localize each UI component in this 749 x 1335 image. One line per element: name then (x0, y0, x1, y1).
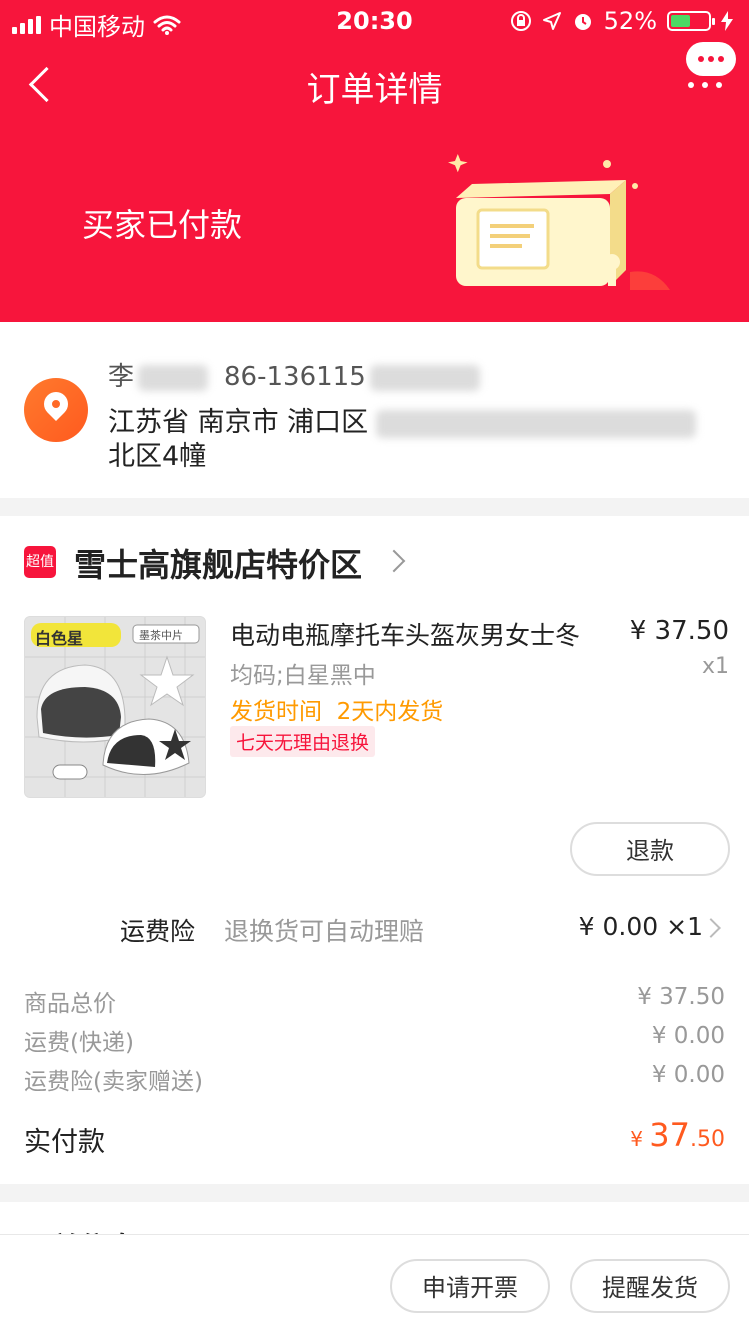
product-image[interactable]: 白色星 墨茶中片 (24, 616, 206, 798)
paid-decimal: .50 (690, 1127, 725, 1152)
address-line-2: 北区4幢 (108, 434, 206, 473)
image-label: 白色星 (35, 629, 84, 648)
receiver-info: 李 86-136115 (108, 356, 480, 393)
summary-label: 运费(快递) (24, 1030, 134, 1056)
summary-label: 商品总价 (24, 991, 116, 1017)
summary-value: ¥ 0.00 (651, 1023, 725, 1049)
redacted-block (376, 409, 697, 438)
shop-name[interactable]: 雪士高旗舰店特价区 (74, 540, 362, 586)
paid-label: 实付款 (24, 1127, 105, 1158)
address-card[interactable]: 李 86-136115 江苏省 南京市 浦口区 北区4幢 (0, 322, 749, 498)
charging-icon (721, 11, 733, 31)
paid-integer: 37 (649, 1116, 690, 1154)
shop-badge: 超值 (24, 546, 56, 578)
battery-percent: 52% (603, 7, 657, 35)
chevron-right-icon[interactable] (701, 918, 721, 938)
image-tag: 墨茶中片 (139, 629, 183, 642)
insurance-price[interactable]: ¥ 0.00 ×1 (579, 912, 703, 941)
receiver-phone: 86-136115 (224, 362, 366, 392)
shipping-time-label: 发货时间 (230, 699, 322, 725)
battery-icon (667, 11, 715, 31)
alarm-icon (574, 14, 591, 30)
rotation-lock-icon (510, 11, 531, 31)
chat-bubble-icon (686, 42, 736, 76)
summary-value: ¥ 0.00 (651, 1062, 725, 1088)
remind-ship-button[interactable]: 提醒发货 (570, 1259, 730, 1313)
order-card: 超值 雪士高旗舰店特价区 白色星 墨茶中片 电动电瓶摩托车头盔灰男女士冬 ¥ 3… (0, 516, 749, 1184)
page-title: 订单详情 (306, 70, 443, 110)
summary-value: ¥ 37.50 (637, 984, 725, 1010)
address-text-2: 北区4幢 (108, 441, 207, 472)
paid-currency: ¥ (630, 1127, 650, 1151)
location-arrow-icon (542, 12, 561, 30)
shipping-time-value: 2天内发货 (336, 699, 444, 725)
insurance-desc: 退换货可自动理赔 (224, 917, 425, 946)
product-spec: 均码;白星黑中 (230, 663, 376, 689)
redacted-block (369, 364, 480, 391)
product-quantity: x1 (701, 654, 729, 679)
package-illustration (448, 154, 670, 290)
paid-amount: ¥ 37.50 (630, 1116, 725, 1154)
redacted-block (138, 364, 209, 391)
bottom-action-bar: 申请开票 提醒发货 (0, 1234, 749, 1335)
invoice-button[interactable]: 申请开票 (390, 1259, 550, 1313)
product-title[interactable]: 电动电瓶摩托车头盔灰男女士冬 (230, 616, 580, 652)
chevron-right-icon[interactable] (382, 549, 406, 573)
shipping-time: 发货时间 2天内发货 (230, 692, 443, 726)
receiver-name: 李 (108, 362, 135, 392)
order-status: 买家已付款 (82, 206, 243, 244)
more-icon (688, 82, 722, 88)
insurance-label: 运费险 (120, 917, 196, 946)
product-price: ¥ 37.50 (629, 616, 729, 646)
return-policy-tag: 七天无理由退换 (230, 726, 376, 757)
status-bar: 中国移动 20:30 52% (0, 0, 749, 42)
summary-label: 运费险(卖家赠送) (24, 1069, 203, 1095)
message-button[interactable] (686, 42, 736, 92)
status-right: 52% (510, 7, 733, 35)
location-pin-icon (24, 378, 88, 442)
refund-button[interactable]: 退款 (570, 822, 730, 876)
